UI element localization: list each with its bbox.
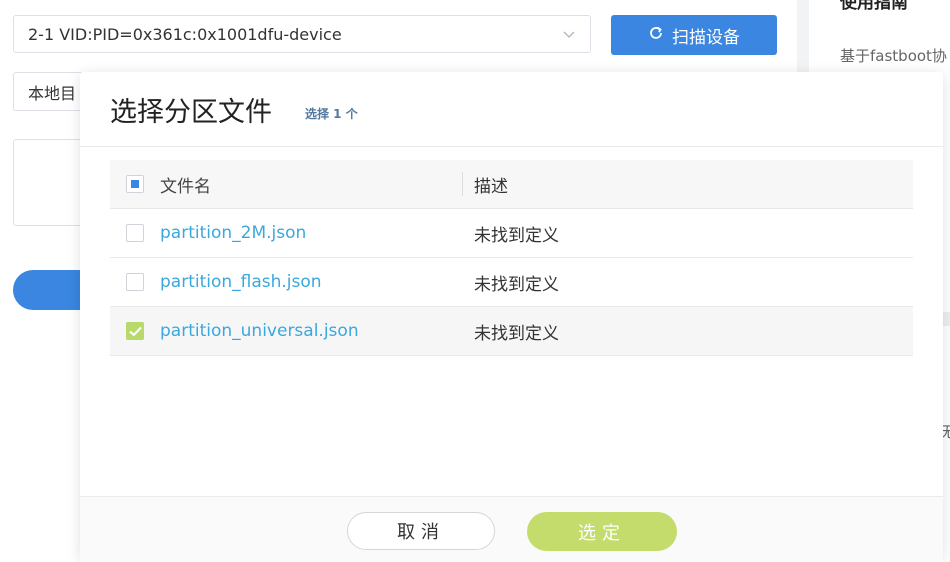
row-checkbox[interactable] (126, 224, 144, 242)
file-description: 未找到定义 (474, 274, 559, 295)
guide-text: 基于fastboot协 (840, 47, 947, 65)
row-checkbox-checked[interactable] (126, 322, 144, 340)
device-select-value: 2-1 VID:PID=0x361c:0x1001dfu-device (28, 24, 342, 44)
dialog-header: 选择分区文件 选择 1 个 (80, 72, 943, 147)
dialog-footer: 取消 选定 (80, 496, 943, 562)
table-row[interactable]: partition_universal.json 未找到定义 (110, 307, 913, 356)
check-icon (129, 326, 142, 337)
chevron-down-icon (562, 26, 576, 45)
dialog-title: 选择分区文件 (110, 97, 272, 128)
device-select[interactable]: 2-1 VID:PID=0x361c:0x1001dfu-device (13, 15, 591, 53)
column-header-desc: 描述 (474, 176, 508, 197)
selected-count: 选择 1 个 (305, 107, 358, 121)
file-name-link[interactable]: partition_flash.json (160, 272, 462, 292)
file-description: 未找到定义 (474, 323, 559, 344)
table-row[interactable]: partition_flash.json 未找到定义 (110, 258, 913, 307)
file-name-link[interactable]: partition_universal.json (160, 321, 462, 341)
guide-title: 使用指南 (840, 0, 908, 13)
refresh-icon (648, 25, 664, 46)
row-checkbox[interactable] (126, 273, 144, 291)
confirm-button[interactable]: 选定 (527, 512, 677, 551)
table-row[interactable]: partition_2M.json 未找到定义 (110, 209, 913, 258)
file-description: 未找到定义 (474, 225, 559, 246)
partition-file-dialog: 选择分区文件 选择 1 个 文件名 描述 partition_2M.json 未… (80, 72, 943, 562)
cancel-button[interactable]: 取消 (347, 512, 495, 550)
scan-device-label: 扫描设备 (672, 27, 740, 48)
file-table: 文件名 描述 partition_2M.json 未找到定义 partition… (110, 160, 913, 356)
file-name-link[interactable]: partition_2M.json (160, 223, 462, 243)
select-all-checkbox[interactable] (126, 175, 144, 193)
local-dir-value: 本地目 (28, 83, 77, 103)
column-header-name: 文件名 (160, 176, 211, 197)
table-header: 文件名 描述 (110, 160, 913, 209)
scan-device-button[interactable]: 扫描设备 (611, 15, 777, 55)
